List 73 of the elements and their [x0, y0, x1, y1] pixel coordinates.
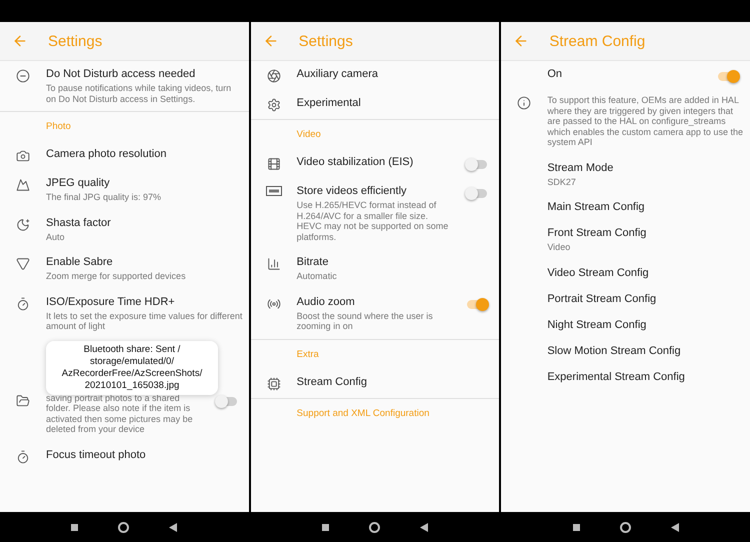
stopwatch-icon — [16, 450, 30, 464]
film-icon — [266, 157, 281, 171]
setting-title[interactable]: ISO/Exposure Time HDR+ — [46, 296, 243, 308]
setting-title[interactable]: Experimental — [296, 97, 494, 109]
toast-message: Bluetooth share: Sent / storage/emulated/0/ AzRecorderFree/AzScreenShots/ 20210101_165038.jpg — [46, 340, 218, 394]
recents-icon[interactable] — [322, 524, 329, 530]
moon-icon — [16, 218, 30, 232]
setting-title[interactable]: Experimental Stream Config — [547, 370, 744, 382]
aperture-icon — [266, 69, 281, 83]
setting-description: Zoom merge for supported devices — [46, 271, 187, 282]
setting-title[interactable]: Store videos efficiently — [296, 185, 454, 197]
hevc-icon — [266, 186, 282, 196]
triangle-icon — [16, 257, 30, 271]
setting-title[interactable]: Auxiliary camera — [296, 68, 494, 80]
camera-icon — [16, 149, 30, 163]
folder-icon — [16, 394, 30, 408]
home-icon[interactable] — [118, 522, 130, 532]
setting-title[interactable]: Main Stream Config — [547, 201, 744, 213]
setting-title[interactable]: On — [547, 68, 704, 80]
section-header: Extra — [296, 348, 320, 362]
setting-title[interactable]: JPEG quality — [46, 177, 243, 189]
setting-title[interactable]: Stream Config — [296, 376, 494, 388]
setting-description: To pause notifications while taking videos, turn on Do Not Disturb access in Settings. — [46, 83, 232, 104]
chip-icon — [266, 376, 281, 390]
setting-description: Automatic — [296, 271, 338, 282]
setting-title[interactable]: Do Not Disturb access needed — [46, 68, 243, 80]
mountain-icon — [16, 178, 30, 192]
setting-description: saving portrait photos to a shared folder. Please also note if the item is activated then some pictures may be deleted from your device — [46, 392, 194, 434]
setting-title[interactable]: Focus timeout photo — [46, 448, 243, 460]
minus-circle-icon — [16, 69, 30, 83]
setting-title[interactable]: Portrait Stream Config — [547, 292, 744, 304]
back-icon[interactable] — [169, 522, 178, 532]
setting-description: It lets to set the exposure time values for different amount of light — [46, 310, 243, 332]
setting-title[interactable]: Stream Mode — [547, 162, 744, 174]
home-icon[interactable] — [620, 522, 631, 532]
setting-title[interactable]: Front Stream Config — [547, 227, 744, 239]
toggle-switch[interactable] — [467, 300, 488, 308]
setting-description: SDK27 — [547, 176, 577, 187]
setting-title[interactable]: Audio zoom — [296, 296, 454, 308]
screen-title: Settings — [298, 32, 353, 50]
recents-icon[interactable] — [572, 524, 580, 530]
recents-icon[interactable] — [71, 524, 78, 530]
toggle-switch[interactable] — [467, 160, 488, 169]
setting-description: The final JPG quality is: 97% — [46, 192, 162, 202]
gear-icon — [266, 98, 281, 112]
bar-chart-icon — [266, 257, 281, 271]
setting-description: Boost the sound where the user is zooming in on — [296, 310, 434, 332]
setting-title[interactable]: Shasta factor — [46, 216, 243, 228]
setting-title[interactable]: Video stabilization (EIS) — [296, 156, 454, 168]
back-icon[interactable] — [670, 522, 679, 532]
screen-title: Stream Config — [549, 32, 646, 50]
setting-title[interactable]: Night Stream Config — [547, 318, 744, 330]
toggle-switch[interactable] — [216, 396, 237, 406]
section-header: Photo — [45, 120, 72, 134]
audio-icon — [266, 296, 281, 310]
setting-description: To support this feature, OEMs are added in HAL where they are triggered by given integers that are passed to the HAL on configure_streams which enables the custom camera app to use the system API — [547, 95, 744, 148]
setting-title[interactable]: Bitrate — [296, 256, 494, 268]
setting-title[interactable]: Camera photo resolution — [46, 148, 243, 160]
section-header: Video — [296, 128, 322, 142]
section-header: Support and XML Configuration — [296, 406, 430, 420]
setting-title[interactable]: Slow Motion Stream Config — [547, 344, 744, 356]
back-icon[interactable] — [420, 522, 428, 532]
stopwatch-icon — [16, 296, 30, 310]
setting-description: Video — [547, 242, 572, 252]
screen-title: Settings — [48, 32, 102, 50]
home-icon[interactable] — [369, 522, 380, 532]
setting-title[interactable]: Video Stream Config — [547, 266, 744, 278]
info-icon — [517, 96, 532, 110]
setting-description: Auto — [46, 232, 66, 242]
setting-title[interactable]: Enable Sabre — [46, 256, 243, 268]
toggle-switch[interactable] — [467, 189, 488, 198]
toggle-switch[interactable] — [718, 72, 738, 81]
setting-description: Use H.265/HEVC format instead of H.264/AVC for a smaller file size. HEVC may not be supported on some platforms. — [296, 200, 450, 242]
